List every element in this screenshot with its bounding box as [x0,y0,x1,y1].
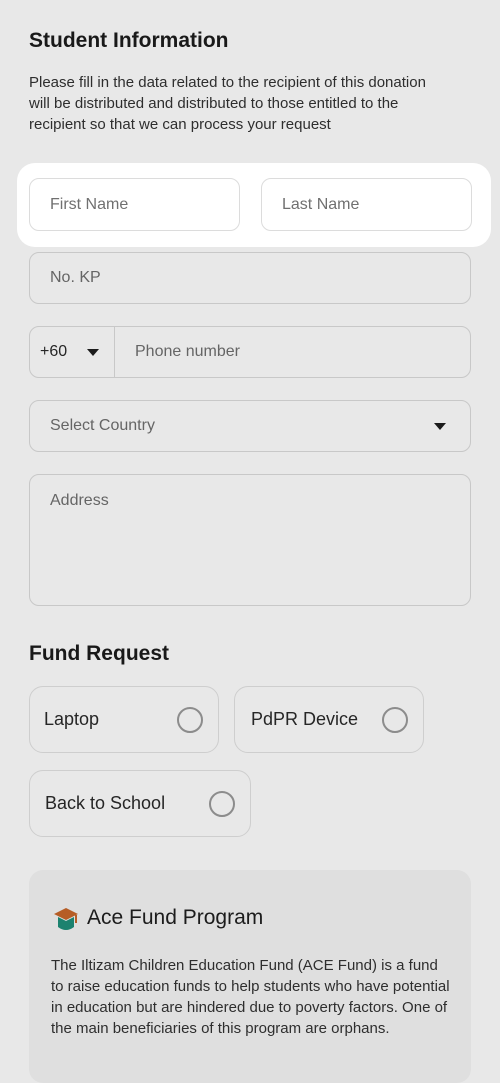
country-select[interactable]: Select Country [29,400,471,452]
student-information-description: Please fill in the data related to the r… [29,74,426,133]
address-placeholder: Address [50,492,109,509]
radio-laptop[interactable] [177,707,203,733]
fund-option-label: PdPR Device [251,709,359,729]
fund-request-title: Fund Request [29,642,169,665]
radio-back-to-school[interactable] [209,791,235,817]
kp-field[interactable]: No. KP [29,252,471,304]
phone-placeholder: Phone number [135,343,240,360]
address-field[interactable]: Address [29,474,471,606]
kp-placeholder: No. KP [50,269,101,286]
country-placeholder: Select Country [50,417,155,434]
program-title: Ace Fund Program [87,906,264,929]
program-description: The Iltizam Children Education Fund (ACE… [51,957,450,1037]
fund-option-back-to-school[interactable]: Back to School [29,770,251,837]
country-code-value[interactable]: +60 [40,343,67,361]
fund-option-label: Back to School [45,793,166,813]
name-fields-highlight: First Name Last Name [17,163,491,247]
last-name-placeholder: Last Name [282,196,360,213]
last-name-field[interactable]: Last Name [261,178,472,231]
ace-fund-program-card: Ace Fund Program The Iltizam Children Ed… [29,870,471,1083]
student-information-title: Student Information [29,29,229,52]
phone-divider [114,327,115,377]
fund-option-pdpr-device[interactable]: PdPR Device [234,686,424,753]
first-name-placeholder: First Name [50,196,129,213]
phone-field[interactable]: +60 Phone number [29,326,471,378]
radio-pdpr-device[interactable] [382,707,408,733]
fund-option-label: Laptop [44,709,100,729]
country-chevron-down-icon [434,423,446,430]
country-code-chevron-down-icon[interactable] [87,349,99,356]
fund-option-laptop[interactable]: Laptop [29,686,219,753]
graduation-cap-icon [54,908,78,930]
first-name-field[interactable]: First Name [29,178,240,231]
